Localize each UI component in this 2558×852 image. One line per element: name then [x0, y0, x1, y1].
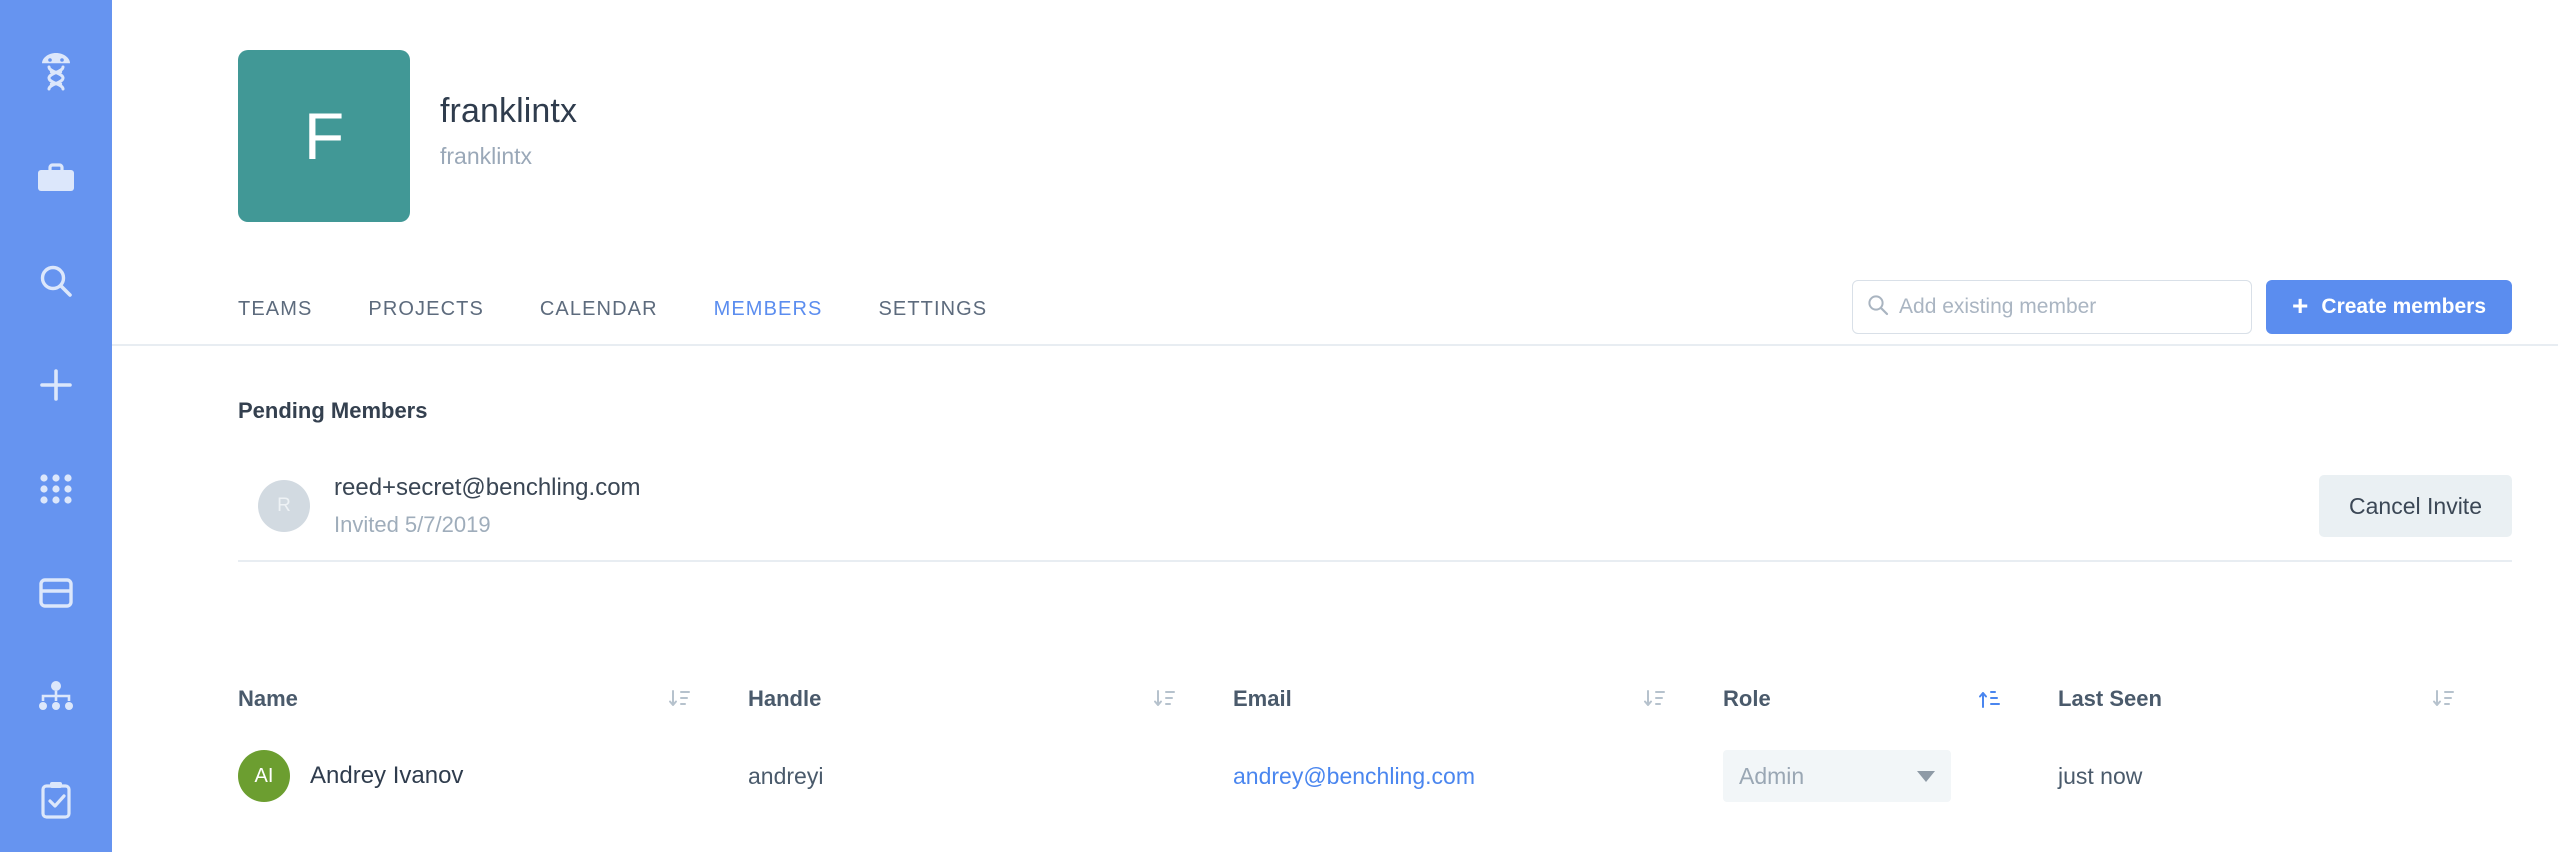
pending-member-row: R reed+secret@benchling.com Invited 5/7/…	[238, 452, 2512, 562]
tab-actions: + Create members	[1852, 280, 2512, 334]
column-header-name[interactable]: Name	[238, 686, 748, 712]
column-label: Role	[1723, 686, 1771, 711]
sidebar-item-benchling-logo[interactable]	[0, 22, 112, 126]
avatar: AI	[238, 750, 290, 802]
sidebar-item-create[interactable]	[0, 333, 112, 437]
column-header-role[interactable]: Role	[1723, 686, 2058, 712]
plate-icon	[36, 575, 76, 611]
sidebar-item-tasks[interactable]	[0, 748, 112, 852]
create-members-label: Create members	[2321, 295, 2486, 318]
search-icon	[1867, 294, 1899, 321]
column-label: Last Seen	[2058, 686, 2162, 711]
cancel-invite-button[interactable]: Cancel Invite	[2319, 475, 2512, 537]
sidebar-item-apps[interactable]	[0, 437, 112, 541]
column-header-handle[interactable]: Handle	[748, 686, 1233, 712]
org-avatar: F	[238, 50, 410, 222]
member-name: Andrey Ivanov	[310, 762, 464, 789]
app-root: F franklintx franklintx TEAMS PROJECTS C…	[0, 0, 2558, 852]
member-handle: andreyi	[748, 762, 824, 789]
pending-member-info: reed+secret@benchling.com Invited 5/7/20…	[310, 474, 641, 538]
tab-teams[interactable]: TEAMS	[238, 298, 340, 321]
tab-calendar[interactable]: CALENDAR	[512, 298, 686, 321]
cell-role: Admin	[1723, 750, 2058, 802]
sort-desc-icon[interactable]	[2432, 687, 2512, 711]
pending-member-invited-date: Invited 5/7/2019	[334, 512, 491, 537]
dna-helmet-icon	[35, 50, 77, 98]
role-value: Admin	[1739, 762, 1805, 789]
sidebar-item-projects[interactable]	[0, 126, 112, 230]
sidebar-item-workflows[interactable]	[0, 645, 112, 749]
column-label: Email	[1233, 686, 1292, 711]
cell-email: andrey@benchling.com	[1233, 763, 1723, 790]
org-header: F franklintx franklintx	[112, 0, 2558, 222]
sort-desc-icon[interactable]	[1643, 687, 1723, 711]
pending-members-title: Pending Members	[238, 398, 428, 423]
cell-handle: andreyi	[748, 763, 1233, 790]
tab-settings[interactable]: SETTINGS	[850, 298, 1015, 321]
briefcase-icon	[35, 160, 77, 196]
hierarchy-icon	[36, 679, 76, 713]
sidebar-item-plates[interactable]	[0, 541, 112, 645]
column-label: Name	[238, 686, 298, 711]
role-dropdown[interactable]: Admin	[1723, 750, 1951, 802]
org-meta: franklintx franklintx	[410, 50, 577, 170]
sidebar-item-search[interactable]	[0, 230, 112, 334]
plus-icon	[36, 365, 76, 405]
main-content: F franklintx franklintx TEAMS PROJECTS C…	[112, 0, 2558, 852]
cell-name: AI Andrey Ivanov	[238, 750, 748, 802]
table-header-row: Name Handle Email Role Last Seen	[238, 668, 2512, 730]
member-email-link[interactable]: andrey@benchling.com	[1233, 763, 1475, 790]
sort-asc-icon[interactable]	[1978, 687, 2058, 711]
plus-icon: +	[2292, 290, 2309, 321]
add-existing-member-search[interactable]	[1852, 280, 2253, 334]
sort-desc-icon[interactable]	[668, 687, 748, 711]
create-members-button[interactable]: + Create members	[2266, 280, 2512, 334]
clipboard-check-icon	[37, 779, 75, 821]
chevron-down-icon	[1917, 770, 1935, 782]
avatar: R	[258, 480, 310, 532]
page-title: franklintx	[440, 92, 578, 130]
search-input[interactable]	[1899, 295, 2238, 319]
column-header-email[interactable]: Email	[1233, 686, 1723, 712]
cell-last-seen: just now	[2058, 763, 2512, 790]
tab-members[interactable]: MEMBERS	[686, 298, 851, 321]
table-row[interactable]: AI Andrey Ivanov andreyi andrey@benchlin…	[238, 730, 2512, 822]
member-last-seen: just now	[2058, 762, 2143, 789]
members-content: Pending Members R reed+secret@benchling.…	[112, 346, 2558, 822]
tab-list: TEAMS PROJECTS CALENDAR MEMBERS SETTINGS	[238, 298, 1015, 321]
org-handle: franklintx	[440, 143, 533, 169]
sort-desc-icon[interactable]	[1153, 687, 1233, 711]
grid-dots-icon	[37, 472, 75, 506]
tab-bar: TEAMS PROJECTS CALENDAR MEMBERS SETTINGS	[112, 274, 2558, 346]
pending-member-email: reed+secret@benchling.com	[334, 474, 641, 501]
column-label: Handle	[748, 686, 822, 711]
tab-projects[interactable]: PROJECTS	[340, 298, 511, 321]
column-header-last-seen[interactable]: Last Seen	[2058, 686, 2512, 712]
search-icon	[36, 261, 76, 301]
members-table: Name Handle Email Role Last Seen AI Andr…	[238, 668, 2512, 822]
main-sidebar	[0, 0, 112, 852]
